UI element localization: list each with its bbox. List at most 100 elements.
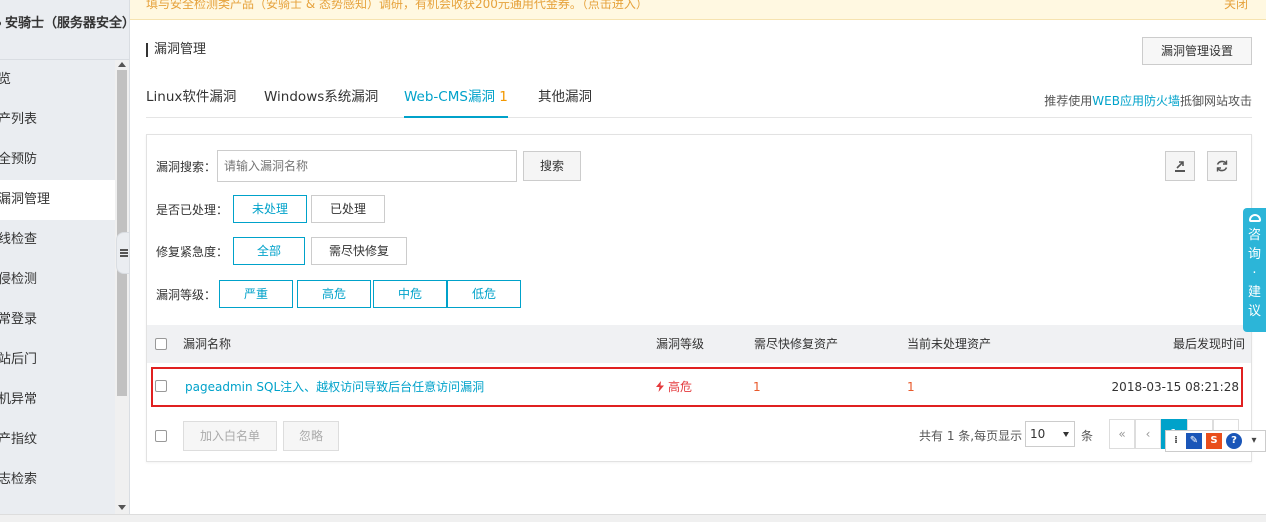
sidebar-item-abnormal-login[interactable]: 常登录 [0,300,129,340]
sidebar-item-label: 全预防 [0,152,38,167]
last-found-time: 2018-03-15 08:21:28 [1111,380,1239,394]
sidebar-item-label: 机异常 [0,392,38,407]
ime-grip-icon[interactable]: ⁞ [1168,433,1184,449]
sidebar-item-assets[interactable]: 产列表 [0,100,129,140]
sidebar-divider [0,48,129,60]
survey-banner[interactable]: 填与安全检测类产品（安骑士 & 态势感知）调研，有机会收获200元通用代金券。（… [130,0,1266,20]
filter-urgency-all[interactable]: 全部 [233,237,305,265]
consult-suggest-button[interactable]: 咨 询 · 建 议 [1243,208,1266,332]
filter-urgency-urgent[interactable]: 需尽快修复 [311,237,407,265]
filter-level-low[interactable]: 低危 [447,280,521,308]
first-page-button[interactable]: « [1109,419,1135,449]
vuln-settings-button[interactable]: 漏洞管理设置 [1142,37,1252,65]
col-last-found: 最后发现时间 [1172,337,1245,351]
search-button[interactable]: 搜索 [523,151,581,181]
page-size-select[interactable]: 10 [1025,421,1075,447]
sidebar-item-host-anomaly[interactable]: 机异常 [0,380,129,420]
sidebar-title: 安骑士（服务器安全） [5,16,130,31]
vuln-level: 高危 [656,369,692,405]
total-count-text: 共有 1 条,每页显示 [919,429,1023,443]
banner-text[interactable]: 填与安全检测类产品（安骑士 & 态势感知）调研，有机会收获200元通用代金券。（… [146,0,648,10]
bullet-icon [0,21,1,26]
col-pending-assets: 当前未处理资产 [907,337,992,351]
headset-icon [1248,214,1261,222]
chevron-down-icon [1063,432,1069,437]
banner-close-link[interactable]: 关闭 [1224,0,1248,10]
sidebar-item-label: 产列表 [0,112,38,127]
consult-char: 议 [1247,304,1261,319]
vuln-panel: 漏洞搜索： 搜索 是否已处理： 未处理 已处理 修复紧急度： 全部 需尽快修复 … [146,134,1252,462]
table-footer: 加入白名单 忽略 共有 1 条,每页显示 10 条 « ‹ 1 [147,419,1251,453]
sidebar-item-intrusion[interactable]: 侵检测 [0,260,129,300]
tab-other[interactable]: 其他漏洞 [538,80,592,118]
waf-recommendation: 推荐使用WEB应用防火墙抵御网站攻击 [1044,92,1252,109]
ime-menu-icon[interactable]: ▾ [1246,433,1262,449]
footer-select-checkbox[interactable] [155,430,167,442]
row-checkbox[interactable] [155,380,167,392]
filter-level-critical[interactable]: 严重 [219,280,293,308]
consult-char: 建 [1247,285,1261,300]
pending-assets-count[interactable]: 1 [907,369,915,405]
ignore-button[interactable]: 忽略 [283,421,339,451]
table-header: 漏洞名称 漏洞等级 需尽快修复资产 当前未处理资产 最后发现时间 [147,325,1251,363]
sidebar-item-label: 线检查 [0,232,38,247]
refresh-icon [1216,160,1228,172]
sidebar-item-label: 常登录 [0,312,38,327]
search-label: 漏洞搜索： [156,160,217,174]
col-name: 漏洞名称 [183,337,232,351]
tab-label: Linux软件漏洞 [146,89,237,105]
ime-toolbar[interactable]: ⁞ ✎ S ? ▾ [1165,430,1266,452]
sidebar-item-label: 览 [0,72,11,87]
vuln-name-link[interactable]: pageadmin SQL注入、越权访问导致后台任意访问漏洞 [185,369,484,405]
tab-label: 其他漏洞 [538,89,592,105]
scroll-down-icon[interactable] [118,505,126,510]
ime-sogou-icon[interactable]: S [1206,433,1222,449]
menu-icon [120,249,128,251]
add-whitelist-button[interactable]: 加入白名单 [183,421,277,451]
filter-level-medium[interactable]: 中危 [373,280,447,308]
lightning-icon [656,381,664,392]
waf-suffix: 抵御网站攻击 [1179,94,1252,108]
sidebar: 安骑士（服务器安全） 览 产列表 全预防 漏洞管理 线检查 侵检测 常登录 站后… [0,0,130,514]
sidebar-item-label: 漏洞管理 [0,192,51,207]
tab-count-badge: 1 [499,89,508,105]
sidebar-item-baseline[interactable]: 线检查 [0,220,129,260]
sidebar-item-webshell[interactable]: 站后门 [0,340,129,380]
search-input[interactable] [217,150,517,182]
tab-linux[interactable]: Linux软件漏洞 [146,80,236,118]
sidebar-item-prevention[interactable]: 全预防 [0,140,129,180]
page-size-value: 10 [1030,427,1046,441]
sidebar-item-vuln-management[interactable]: 漏洞管理 [0,180,129,220]
filter-unprocessed[interactable]: 未处理 [233,195,307,223]
sidebar-item-fingerprint[interactable]: 产指纹 [0,420,129,460]
consult-char: 询 [1247,247,1261,262]
urgent-assets-count[interactable]: 1 [753,369,761,405]
consult-char: · [1252,266,1257,281]
title-bar: 漏洞管理 漏洞管理设置 [130,20,1266,72]
sidebar-scrollbar[interactable] [115,60,129,514]
ime-help-icon[interactable]: ? [1226,433,1242,449]
ime-pen-icon[interactable]: ✎ [1186,433,1202,449]
col-level: 漏洞等级 [656,337,705,351]
sidebar-collapse-handle[interactable] [116,232,130,274]
vuln-tabs: Linux软件漏洞 Windows系统漏洞 Web-CMS漏洞 1 其他漏洞 推… [146,80,1252,118]
tab-label: Windows系统漏洞 [264,89,379,105]
sidebar-item-log-search[interactable]: 志检索 [0,460,129,500]
filter-level-high[interactable]: 高危 [297,280,371,308]
sidebar-item-label: 侵检测 [0,272,38,287]
filter-processed[interactable]: 已处理 [311,195,385,223]
main-content: 漏洞管理 漏洞管理设置 Linux软件漏洞 Windows系统漏洞 Web-CM… [130,20,1266,514]
waf-link[interactable]: WEB应用防火墙 [1092,94,1180,108]
scroll-up-icon[interactable] [118,62,126,67]
tab-windows[interactable]: Windows系统漏洞 [264,80,378,118]
tab-web-cms[interactable]: Web-CMS漏洞 1 [404,80,508,118]
consult-char: 咨 [1247,228,1261,243]
export-icon [1175,161,1185,172]
select-all-checkbox[interactable] [155,338,167,350]
sidebar-item-label: 产指纹 [0,432,38,447]
refresh-button[interactable] [1207,151,1237,181]
prev-page-button[interactable]: ‹ [1135,419,1161,449]
export-button[interactable] [1165,151,1195,181]
page-title: 漏洞管理 [146,42,206,58]
sidebar-item-overview[interactable]: 览 [0,60,129,100]
